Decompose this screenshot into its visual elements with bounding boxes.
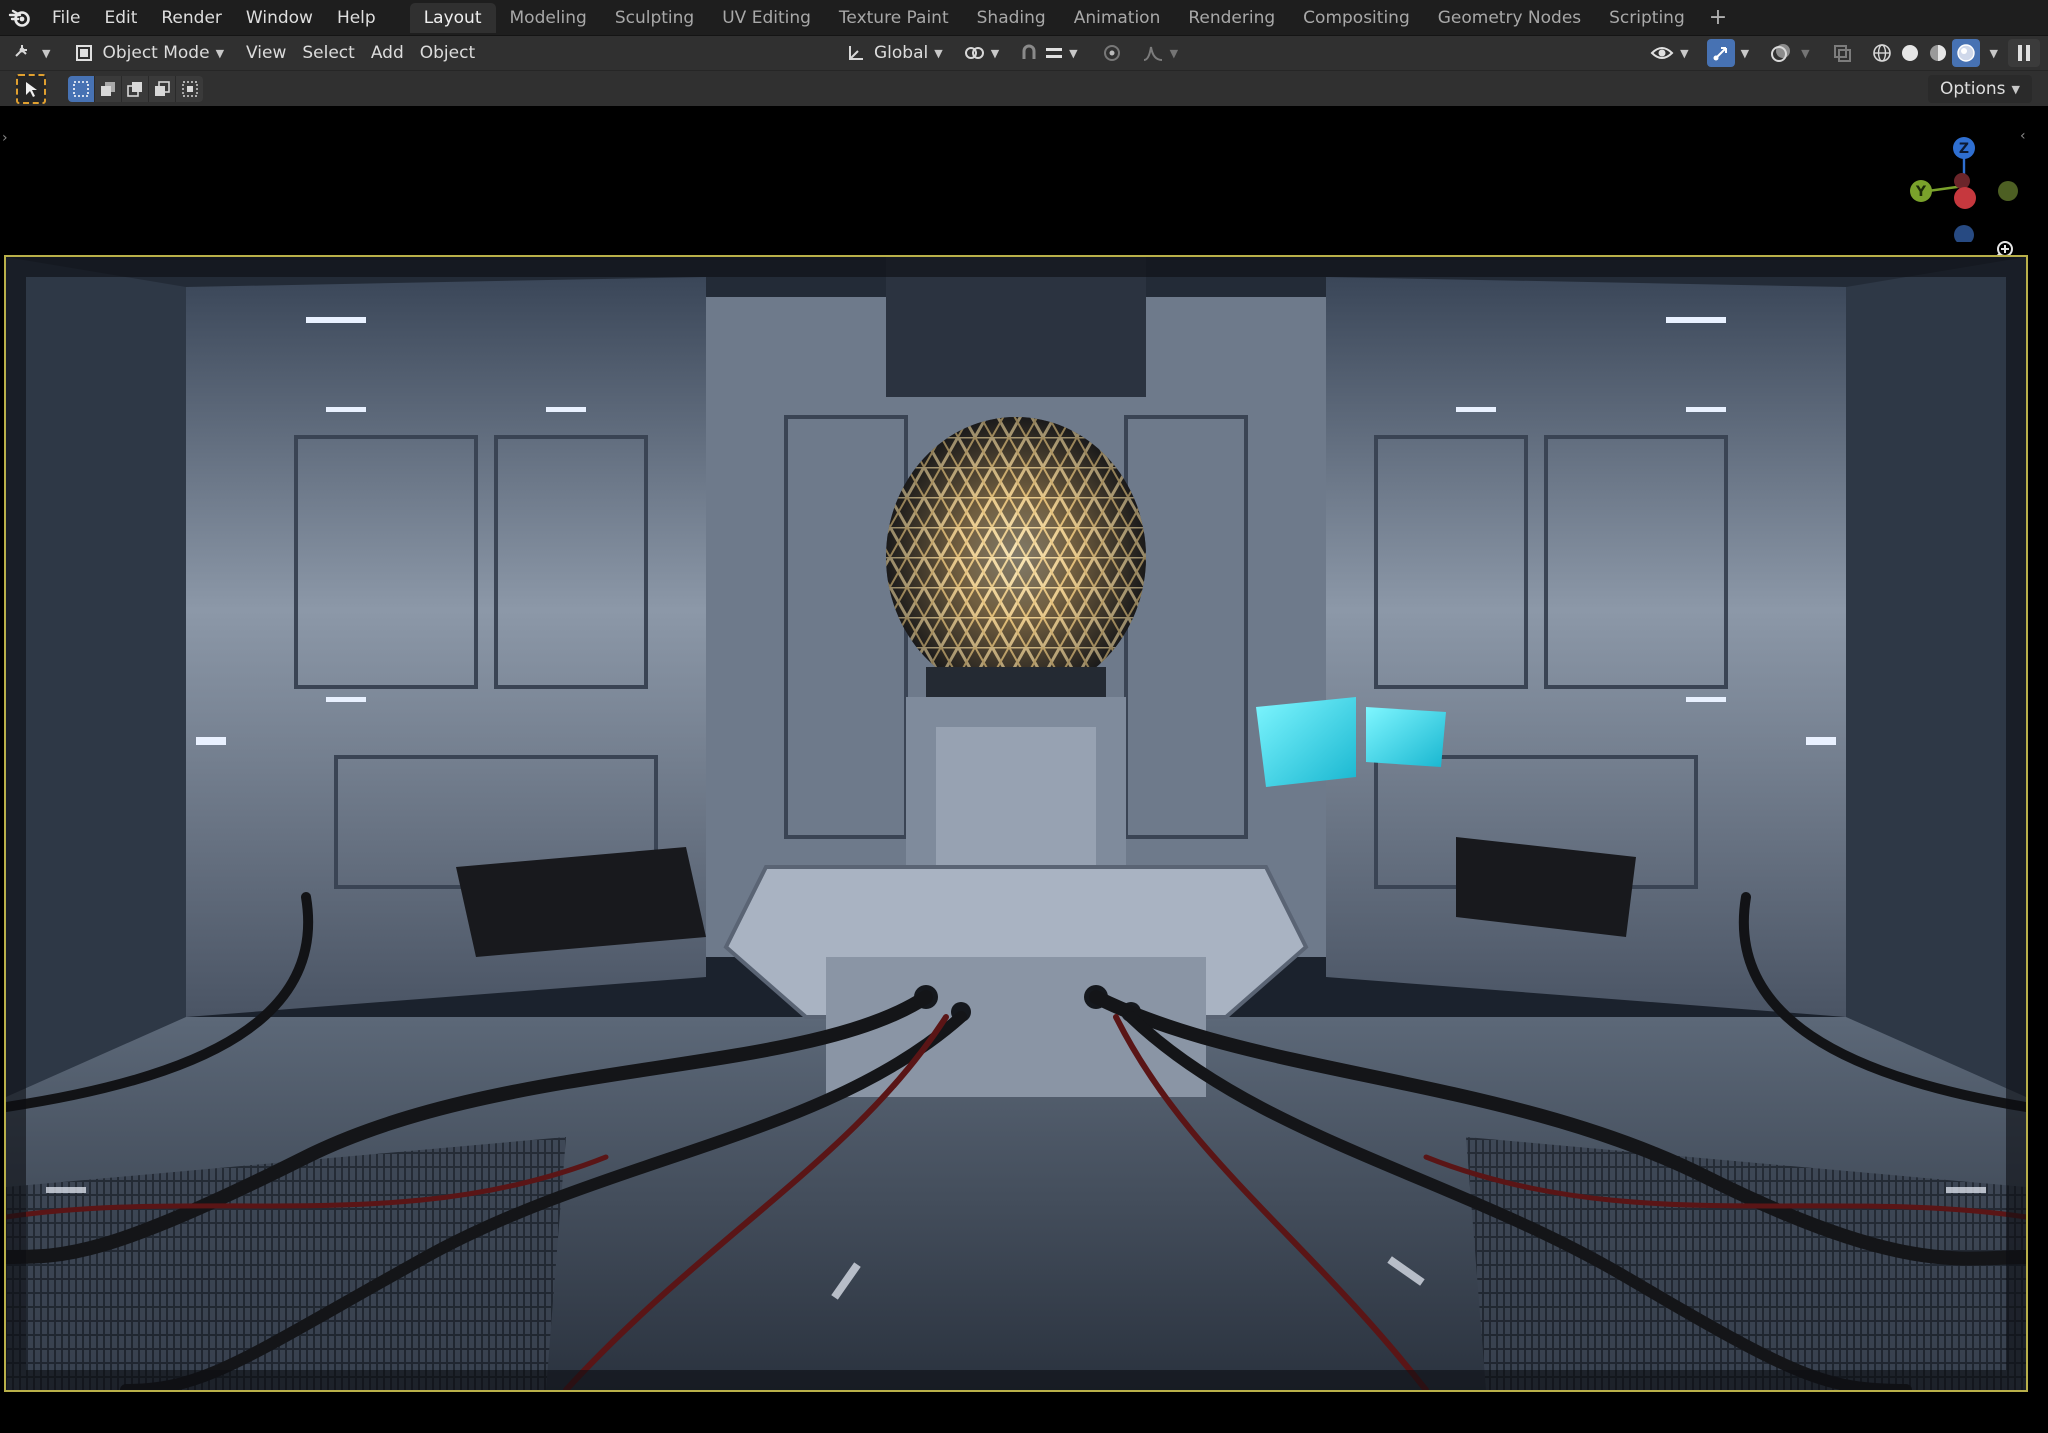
axis-z-label: Z [1959,141,1969,157]
snap-toggle[interactable]: ▼ [1011,39,1085,67]
editor-type-icon [14,42,36,65]
menu-file[interactable]: File [40,0,92,36]
toolbar-expand-arrow-icon[interactable]: › [2,130,8,146]
top-menu-bar: File Edit Render Window Help Layout Mode… [0,0,2048,36]
tab-compositing[interactable]: Compositing [1289,3,1424,33]
tab-layout[interactable]: Layout [409,2,496,33]
proportional-icon [1102,43,1122,63]
proportional-edit-toggle[interactable] [1094,39,1130,67]
material-shading-icon[interactable] [1924,39,1952,67]
menu-edit[interactable]: Edit [92,0,149,36]
add-workspace-button[interactable]: + [1699,3,1737,33]
active-tool-button[interactable] [16,73,46,104]
chevron-down-icon: ▼ [2011,82,2020,96]
visibility-icon [1650,43,1674,63]
select-difference-icon[interactable] [149,75,176,102]
chevron-down-icon: ▼ [1740,46,1750,60]
tool-settings-bar: Options ▼ [0,70,2048,106]
xray-toggle[interactable] [1820,39,1864,67]
shading-mode-group [1868,39,1980,67]
transform-orientation-dropdown[interactable]: Global ▼ [838,39,951,67]
transform-controls: Global ▼ ▼ ▼ ▼ [838,36,1186,70]
select-intersect-icon[interactable] [176,76,203,102]
blender-logo-icon[interactable] [0,0,40,36]
tab-animation[interactable]: Animation [1060,3,1175,33]
viewport-display-controls: ▼ ▼ ▼ ▼ [1642,36,2040,70]
chevron-down-icon: ▼ [1169,46,1179,60]
tab-modeling[interactable]: Modeling [496,3,601,33]
options-label: Options [1939,79,2006,99]
falloff-dropdown[interactable]: ▼ [1134,39,1186,67]
options-dropdown[interactable]: Options ▼ [1927,75,2032,103]
gizmo-toggle[interactable]: ▼ [1699,39,1757,67]
viewport-header: ▼ Object Mode ▼ View Select Add Object G… [0,36,2048,70]
pause-render-button[interactable] [2008,39,2040,67]
tab-uv-editing[interactable]: UV Editing [708,3,825,33]
pivot-point-dropdown[interactable]: ▼ [955,39,1007,67]
shading-options-dropdown[interactable]: ▼ [1982,39,2006,67]
tab-scripting[interactable]: Scripting [1595,3,1699,33]
chevron-down-icon: ▼ [1989,46,1998,60]
tab-rendering[interactable]: Rendering [1174,3,1289,33]
menu-object[interactable]: Object [412,39,483,67]
chevron-down-icon: ▼ [215,46,225,60]
chevron-down-icon: ▼ [1801,46,1810,60]
falloff-icon [1142,43,1164,63]
navigation-gizmo[interactable]: Z Y [1900,122,2020,242]
axis-y-label: Y [1915,184,1927,200]
menu-render[interactable]: Render [149,0,234,36]
gizmo-icon [1706,39,1735,67]
menu-window[interactable]: Window [234,0,325,36]
select-subtract-icon[interactable] [122,75,149,102]
chevron-down-icon: ▼ [990,46,1000,60]
camera-frame [4,255,2028,1392]
axis-neg-x-handle[interactable] [1954,173,1970,189]
menu-view[interactable]: View [238,39,294,67]
wireframe-shading-icon[interactable] [1868,39,1896,67]
axis-x-handle[interactable] [1954,187,1976,209]
chevron-down-icon: ▼ [42,46,51,60]
cursor-arrow-icon [23,80,39,98]
rendered-scene-image [6,257,2026,1390]
3d-viewport[interactable]: › ‹ Z Y [0,106,2048,1433]
tab-sculpting[interactable]: Sculpting [601,3,708,33]
tab-shading[interactable]: Shading [963,3,1060,33]
select-box-icon[interactable] [68,75,95,102]
overlay-toggle[interactable]: ▼ [1759,39,1817,67]
object-mode-icon [74,43,94,63]
axis-neg-y-handle[interactable] [1998,181,2018,201]
pause-icon [2016,43,2032,63]
orientation-icon [846,43,866,63]
xray-icon [1828,39,1856,67]
chevron-down-icon: ▼ [934,46,943,60]
selection-mode-group [68,75,203,102]
axis-neg-z-handle[interactable] [1954,225,1974,242]
tab-texture-paint[interactable]: Texture Paint [825,3,963,33]
snap-icon [1019,43,1039,63]
orientation-label: Global [874,43,929,63]
overlay-icon [1767,39,1795,67]
snap-target-icon [1045,45,1063,61]
object-mode-label: Object Mode [102,43,210,63]
tab-geometry-nodes[interactable]: Geometry Nodes [1424,3,1595,33]
sidebar-expand-arrow-icon[interactable]: ‹ [2020,128,2026,144]
menu-add[interactable]: Add [363,39,412,67]
menu-help[interactable]: Help [325,0,388,36]
menu-select[interactable]: Select [294,39,362,67]
object-mode-dropdown[interactable]: Object Mode ▼ [66,39,232,67]
editor-type-button[interactable]: ▼ [6,39,58,67]
visibility-dropdown[interactable]: ▼ [1642,39,1696,67]
rendered-shading-icon[interactable] [1951,39,1980,67]
workspace-tabs: Layout Modeling Sculpting UV Editing Tex… [409,0,1737,36]
pivot-icon [963,43,985,63]
chevron-down-icon: ▼ [1680,46,1689,60]
solid-shading-icon[interactable] [1896,39,1924,67]
select-extend-icon[interactable] [95,75,122,102]
chevron-down-icon: ▼ [1069,46,1078,60]
